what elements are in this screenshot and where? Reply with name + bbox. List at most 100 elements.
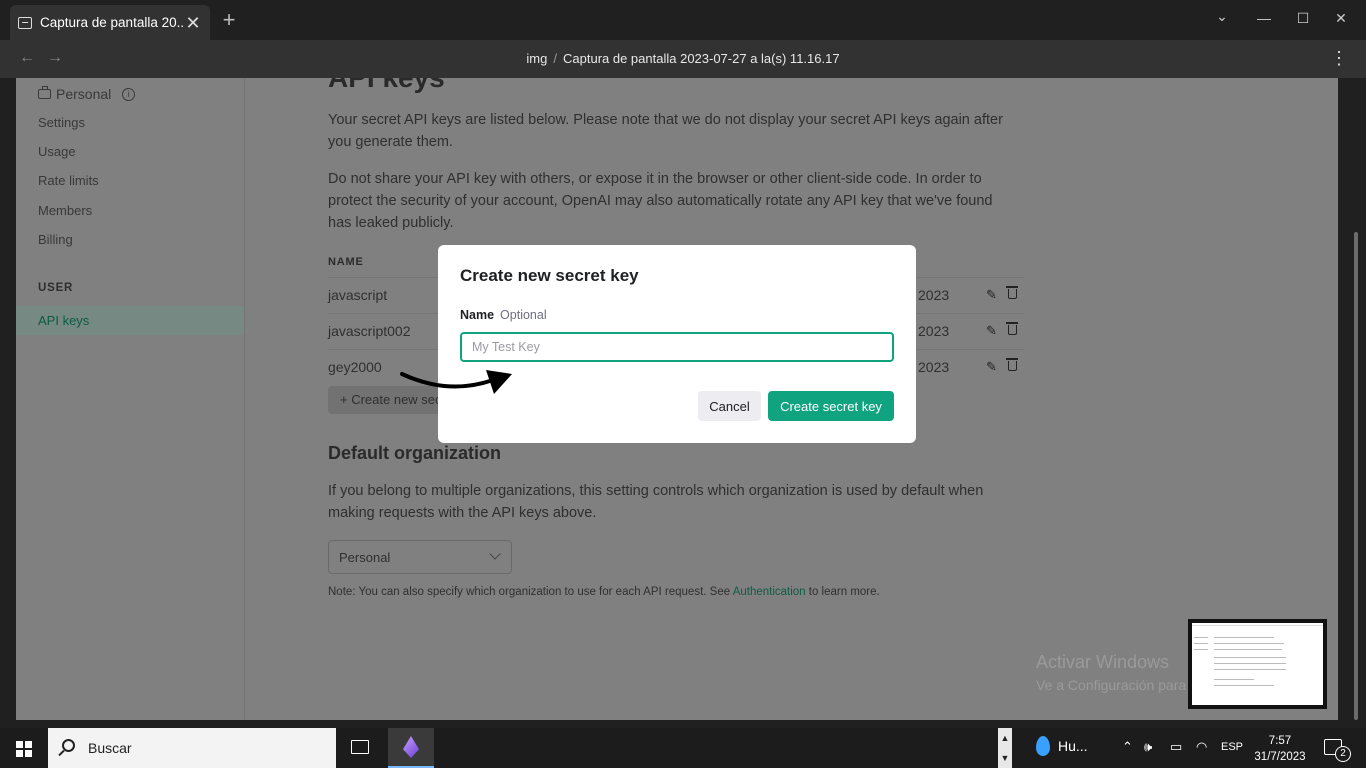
breadcrumb-file: Captura de pantalla 2023-07-27 a la(s) 1… <box>563 51 840 66</box>
column-header-name: NAME <box>328 256 364 268</box>
note-prefix: Note: You can also specify which organiz… <box>328 586 733 598</box>
sidebar-item-api-keys[interactable]: API keys <box>16 306 244 335</box>
windows-start-icon[interactable] <box>16 741 32 757</box>
humidity-drop-icon <box>1036 736 1050 756</box>
task-view-icon[interactable] <box>351 740 369 754</box>
note-suffix: to learn more. <box>805 586 880 598</box>
cancel-button[interactable]: Cancel <box>698 391 761 421</box>
sidebar: Personal i Settings Usage Rate limits Me… <box>16 78 245 720</box>
thumb-line <box>1214 669 1286 670</box>
new-tab-button[interactable]: + <box>218 9 240 31</box>
clock-time: 7:57 <box>1268 735 1292 747</box>
thumb-line <box>1192 625 1323 626</box>
org-name: Personal <box>56 86 112 102</box>
key-date: 2023 <box>918 323 950 339</box>
sidebar-item-rate-limits[interactable]: Rate limits <box>38 173 99 188</box>
close-window-button[interactable]: ✕ <box>1331 10 1351 27</box>
taskbar: Buscar ▲ ▼ Hu... ⌃ 🕪 ▭ ◠ ESP 7:57 31/7/20… <box>0 728 1366 768</box>
tab-title: Captura de pantalla 20... <box>40 15 184 30</box>
edit-icon[interactable]: ✎ <box>986 287 997 303</box>
sidebar-item-billing[interactable]: Billing <box>38 232 73 247</box>
taskbar-scroll-arrows[interactable]: ▲ ▼ <box>998 728 1012 768</box>
default-org-text: If you belong to multiple organizations,… <box>328 483 984 521</box>
thumb-line <box>1194 643 1208 644</box>
clock[interactable]: 7:57 31/7/2023 <box>1252 733 1308 765</box>
clock-date: 31/7/2023 <box>1254 751 1306 763</box>
create-secret-key-button[interactable]: Create secret key <box>768 391 894 421</box>
intro-text: Your secret API keys are listed below. P… <box>328 112 1003 150</box>
thumb-line <box>1214 657 1286 658</box>
notifications-icon[interactable]: 2 <box>1324 739 1351 762</box>
trash-icon[interactable] <box>1006 358 1018 371</box>
thumb-line <box>1214 649 1282 650</box>
image-icon <box>18 16 32 29</box>
chevron-down-icon <box>489 548 501 560</box>
name-field-label: Name Optional <box>460 308 547 322</box>
close-tab-icon[interactable]: ✕ <box>184 14 202 32</box>
edit-icon[interactable]: ✎ <box>986 323 997 339</box>
battery-icon[interactable]: ▭ <box>1170 739 1182 755</box>
wifi-icon[interactable]: ◠ <box>1196 739 1207 755</box>
thumb-line <box>1214 643 1284 644</box>
breadcrumb: img / Captura de pantalla 2023-07-27 a la(… <box>0 51 1366 66</box>
taskbar-search[interactable]: Buscar <box>48 728 336 768</box>
thumb-line <box>1214 663 1286 664</box>
thumb-line <box>1214 637 1274 638</box>
maximize-button[interactable]: ☐ <box>1293 10 1313 27</box>
label-hint: Optional <box>500 308 547 322</box>
info-icon[interactable]: i <box>122 87 136 101</box>
tab-list-chevron-icon[interactable]: ⌄ <box>1212 8 1232 25</box>
taskbar-app-obsidian[interactable] <box>388 728 434 768</box>
trash-icon[interactable] <box>1006 286 1018 299</box>
search-placeholder: Buscar <box>88 740 132 756</box>
label-text: Name <box>460 308 495 322</box>
browser-tab[interactable]: Captura de pantalla 20... ✕ <box>10 5 210 40</box>
sidebar-item-settings[interactable]: Settings <box>38 115 85 130</box>
thumb-line <box>1194 649 1208 650</box>
key-name: javascript <box>328 287 388 303</box>
thumb-line <box>1214 679 1254 680</box>
org-select[interactable]: Personal <box>328 540 512 574</box>
sidebar-item-label: API keys <box>38 313 90 328</box>
page-scrollbar-track <box>1338 78 1366 720</box>
chevron-up-icon[interactable]: ⌃ <box>1122 739 1133 755</box>
volume-icon[interactable]: 🕪 <box>1144 739 1152 755</box>
page-scrollbar[interactable] <box>1354 232 1358 720</box>
create-key-dialog: Create new secret key Name Optional Cance… <box>438 245 916 443</box>
search-icon <box>62 739 75 752</box>
weather-text: Hu... <box>1058 738 1088 754</box>
thumb-line <box>1194 637 1208 638</box>
key-date: 2023 <box>918 359 950 375</box>
key-date: 2023 <box>918 287 950 303</box>
thumbnail-preview <box>1192 623 1323 705</box>
warning-text: Do not share your API key with others, o… <box>328 171 993 231</box>
annotation-arrow <box>400 370 512 394</box>
sidebar-section-user: USER <box>38 282 74 294</box>
weather-widget[interactable]: Hu... <box>1036 736 1088 756</box>
language-indicator[interactable]: ESP <box>1221 741 1243 753</box>
minimize-button[interactable]: — <box>1254 10 1274 26</box>
key-name-input[interactable] <box>460 332 894 362</box>
more-options-icon[interactable]: ⋮ <box>1330 48 1348 69</box>
trash-icon[interactable] <box>1006 322 1018 335</box>
sidebar-item-usage[interactable]: Usage <box>38 144 76 159</box>
key-name: gey2000 <box>328 359 382 375</box>
breadcrumb-separator: / <box>553 51 557 66</box>
edit-icon[interactable]: ✎ <box>986 359 997 375</box>
org-switcher[interactable]: Personal i <box>38 86 136 102</box>
auth-note: Note: You can also specify which organiz… <box>328 586 880 598</box>
obsidian-icon <box>403 736 419 758</box>
notification-count: 2 <box>1335 746 1351 762</box>
dialog-title: Create new secret key <box>460 266 639 285</box>
breadcrumb-folder[interactable]: img <box>526 51 547 66</box>
key-name: javascript002 <box>328 323 411 339</box>
browser-tab-bar: Captura de pantalla 20... ✕ + ⌄ — ☐ ✕ <box>0 0 1366 40</box>
default-org-title: Default organization <box>328 443 502 463</box>
screenshot-thumbnail[interactable] <box>1188 619 1327 709</box>
activation-watermark-title: Activar Windows <box>1036 652 1170 672</box>
authentication-link[interactable]: Authentication <box>733 586 806 598</box>
briefcase-icon <box>38 86 51 99</box>
page-title: API keys <box>328 78 445 94</box>
sidebar-item-members[interactable]: Members <box>38 203 92 218</box>
thumb-line <box>1214 685 1274 686</box>
